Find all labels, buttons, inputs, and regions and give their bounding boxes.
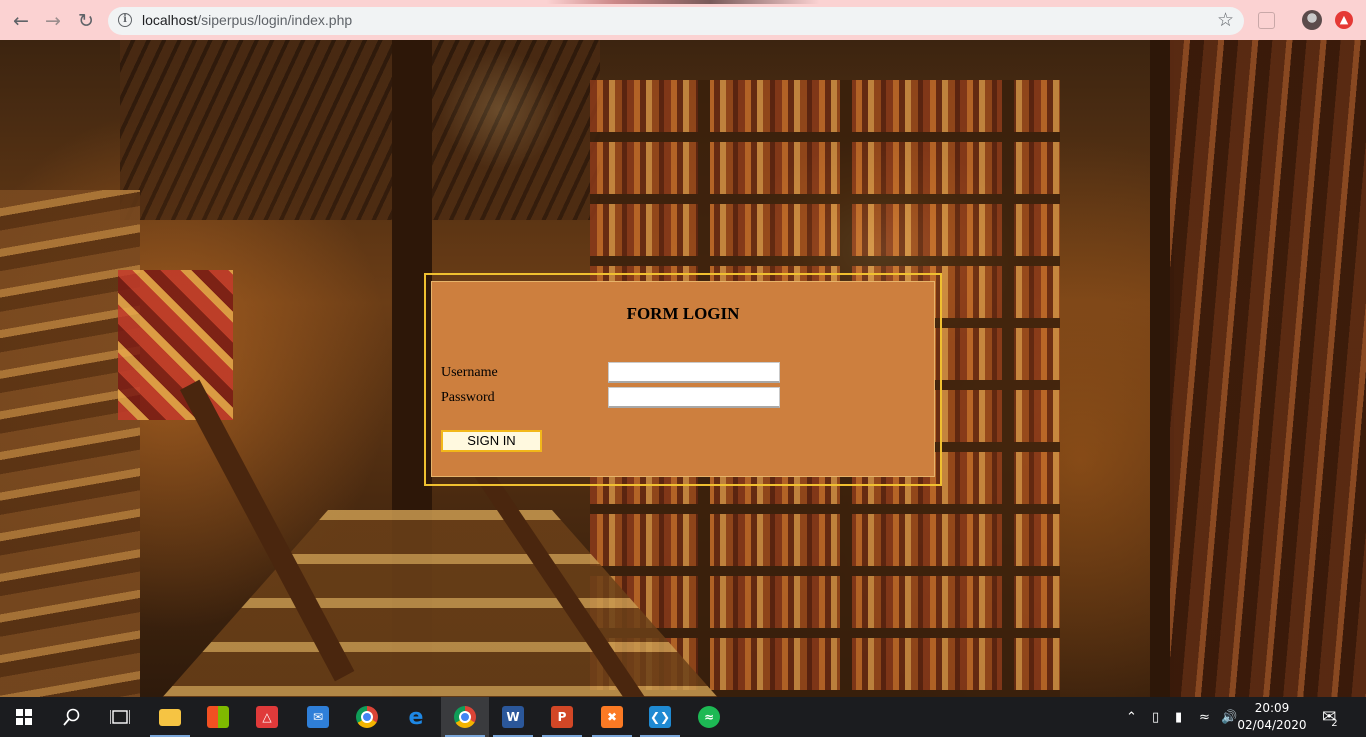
browser-toolbar: ← → ↻ i localhost/siperpus/login/index.p… <box>0 0 1366 40</box>
taskbar-word[interactable]: W <box>489 697 537 737</box>
password-label: Password <box>441 390 495 405</box>
search-icon <box>63 708 80 726</box>
action-center-button[interactable]: ✉ 2 <box>1322 697 1343 737</box>
taskbar-spotify[interactable]: ≈ <box>685 697 733 737</box>
arrow-left-icon: ← <box>13 10 29 32</box>
sign-in-button[interactable]: SIGN IN <box>441 430 542 452</box>
clock-date: 02/04/2020 <box>1237 718 1307 732</box>
chrome-center <box>361 711 373 723</box>
taskbar-chrome[interactable] <box>343 697 391 737</box>
chrome-icon <box>356 706 378 728</box>
start-button[interactable] <box>0 697 48 737</box>
update-icon[interactable]: ▲ <box>1335 11 1353 29</box>
extension-icon[interactable] <box>1258 12 1275 29</box>
stained-glass-window <box>118 270 233 420</box>
tray-device[interactable]: ▯ <box>1152 697 1159 737</box>
windows-logo-icon <box>16 709 32 725</box>
taskbar-mail[interactable]: ✉ <box>294 697 342 737</box>
task-view-button[interactable] <box>96 697 144 737</box>
usb-icon: ▯ <box>1152 709 1160 725</box>
taskbar-vscode[interactable]: ❮❯ <box>636 697 684 737</box>
arrow-right-icon: → <box>45 10 61 32</box>
taskbar-edge[interactable]: e <box>392 697 440 737</box>
clock-time: 20:09 <box>1254 701 1290 715</box>
chevron-up-icon: ⌃ <box>1126 709 1137 725</box>
speaker-icon: 🔊 <box>1221 709 1238 725</box>
shelf-post <box>1002 80 1014 697</box>
spotify-icon: ≈ <box>698 706 720 728</box>
star-icon[interactable]: ☆ <box>1217 9 1234 31</box>
reload-button[interactable]: ↻ <box>73 8 99 34</box>
address-bar[interactable]: i localhost/siperpus/login/index.php ☆ <box>108 7 1244 35</box>
vscode-icon: ❮❯ <box>649 706 671 728</box>
username-input[interactable] <box>608 362 780 383</box>
folder-icon <box>159 708 181 726</box>
tray-battery[interactable]: ▮ <box>1175 697 1182 737</box>
carved-panel <box>1170 40 1366 697</box>
chrome-center <box>459 711 471 723</box>
tray-wifi[interactable]: ≈ <box>1199 697 1210 737</box>
gift-icon: △ <box>256 706 278 728</box>
store-icon <box>207 706 229 728</box>
login-form: FORM LOGIN Username Password SIGN IN <box>431 281 935 477</box>
edge-icon: e <box>408 704 424 730</box>
url-path: /siperpus/login/index.php <box>197 12 353 28</box>
taskbar-xampp[interactable]: ✖ <box>588 697 636 737</box>
forward-button[interactable]: → <box>40 8 66 34</box>
taskbar-gift[interactable]: △ <box>243 697 291 737</box>
ceiling-beams <box>120 40 600 220</box>
stone-wall <box>0 190 140 697</box>
search-button[interactable] <box>48 697 96 737</box>
chrome-profile-icon <box>454 706 476 728</box>
taskbar-clock[interactable]: 20:09 02/04/2020 <box>1236 700 1308 734</box>
tray-volume[interactable]: 🔊 <box>1221 697 1237 737</box>
taskbar-chrome-active[interactable] <box>441 697 489 737</box>
powerpoint-icon: P <box>551 706 573 728</box>
reload-icon: ↻ <box>78 10 94 32</box>
notification-count: 2 <box>1331 717 1338 729</box>
battery-icon: ▮ <box>1175 709 1183 725</box>
username-label: Username <box>441 365 498 380</box>
taskbar-file-explorer[interactable] <box>146 697 194 737</box>
xampp-icon: ✖ <box>601 706 623 728</box>
taskbar-powerpoint[interactable]: P <box>538 697 586 737</box>
windows-taskbar: △ ✉ e W P ✖ ❮❯ ≈ ⌃ ▯ ▮ ≈ 🔊 20:09 02/04/2… <box>0 697 1366 737</box>
profile-avatar[interactable] <box>1302 10 1322 30</box>
back-button[interactable]: ← <box>8 8 34 34</box>
url-host: localhost <box>142 12 198 28</box>
password-input[interactable] <box>608 387 780 408</box>
wifi-icon: ≈ <box>1199 709 1210 725</box>
mail-icon: ✉ <box>307 706 329 728</box>
info-icon[interactable]: i <box>118 13 132 27</box>
form-title: FORM LOGIN <box>626 304 740 323</box>
task-view-icon <box>110 710 130 724</box>
url-text[interactable]: localhost/siperpus/login/index.php <box>142 12 352 28</box>
tray-overflow-button[interactable]: ⌃ <box>1126 697 1137 737</box>
word-icon: W <box>502 706 524 728</box>
taskbar-store[interactable] <box>194 697 242 737</box>
tab-strip <box>0 0 1366 4</box>
